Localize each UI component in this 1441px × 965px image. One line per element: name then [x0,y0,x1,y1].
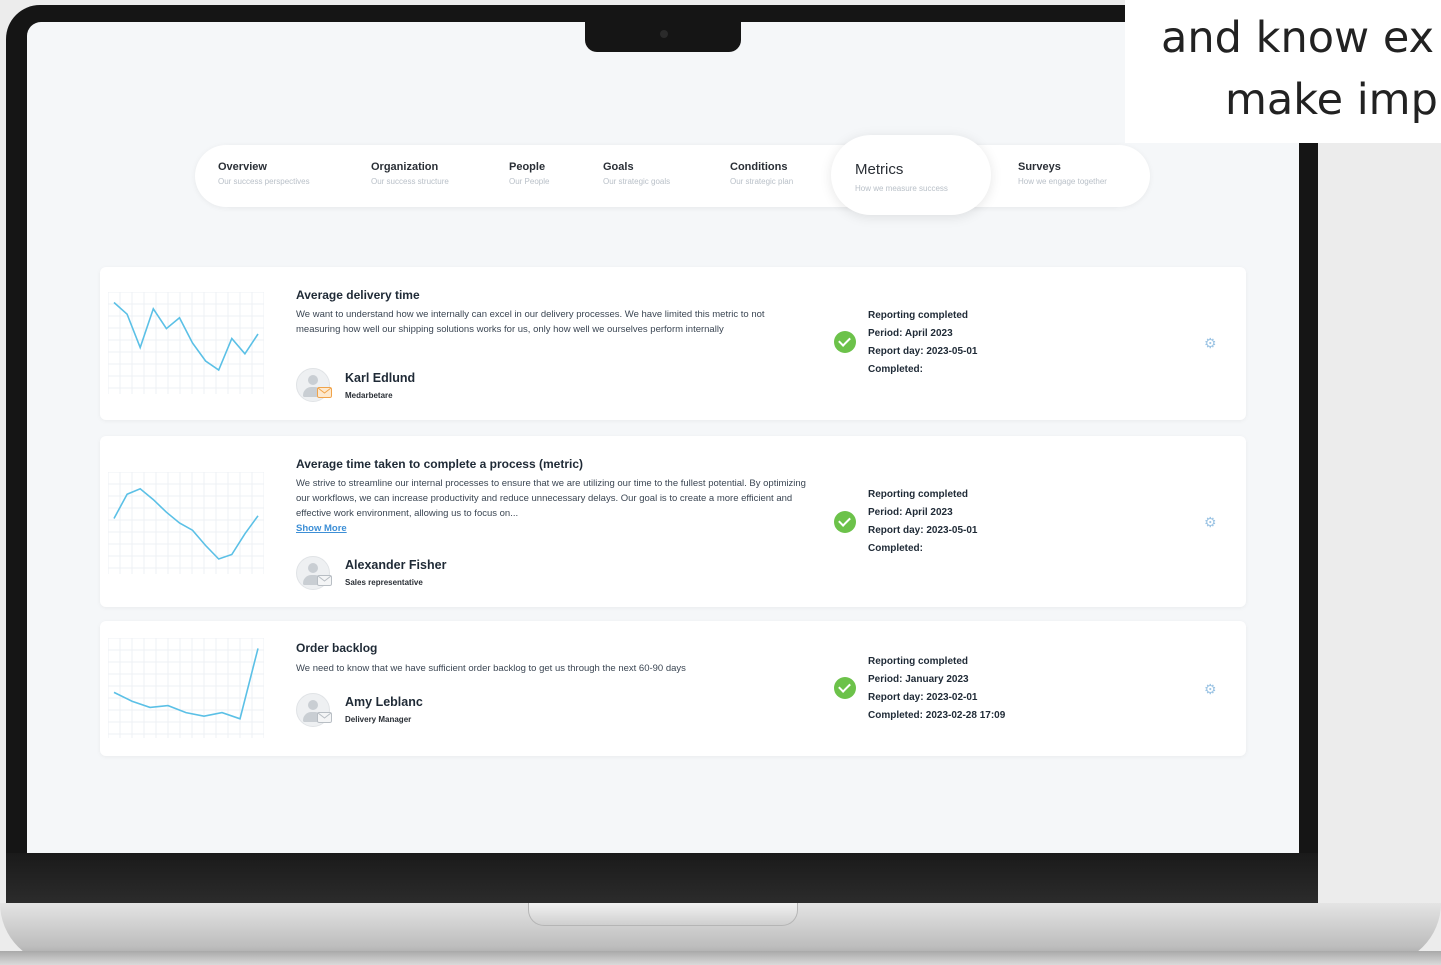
tab-subtitle: Our People [509,177,550,186]
person-role: Sales representative [345,578,423,587]
tab-subtitle: Our success perspectives [218,177,310,186]
avatar [296,693,332,727]
completed-text: Completed: [868,364,923,375]
tab-subtitle: Our strategic goals [603,177,671,186]
gear-icon[interactable]: ⚙ [1204,335,1217,352]
metric-card[interactable]: Average delivery time We want to underst… [100,267,1246,420]
trend-line [113,301,259,372]
tab-label: Metrics [855,161,904,178]
report-status: Reporting completed Period: April 2023 R… [868,486,978,558]
metric-description: We want to understand how we internally … [296,309,765,335]
laptop-base-edge [0,951,1441,965]
tab-subtitle: Our success structure [371,177,449,186]
tab-subtitle: How we engage together [1018,177,1107,186]
tab-overview[interactable]: Overview Our success perspectives [218,161,310,186]
check-icon [834,677,856,699]
person-role: Delivery Manager [345,715,412,724]
person-role: Medarbetare [345,391,393,400]
tab-subtitle: Our strategic plan [730,177,794,186]
metric-title[interactable]: Order backlog [296,641,377,655]
period-text: Period: April 2023 [868,328,953,339]
report-status: Reporting completed Period: January 2023… [868,653,1005,725]
chart-grid [108,638,264,738]
check-icon [834,331,856,353]
report-day-text: Report day: 2023-05-01 [868,525,978,536]
tab-metrics[interactable]: Metrics How we measure success [831,135,991,215]
tab-label: Goals [603,161,634,173]
status-text: Reporting completed [868,489,969,500]
metric-card[interactable]: Order backlog We need to know that we ha… [100,621,1246,756]
report-day-text: Report day: 2023-05-01 [868,346,978,357]
show-more-link[interactable]: Show More [296,523,347,534]
avatar [296,368,332,402]
status-text: Reporting completed [868,310,969,321]
person-name: Karl Edlund [345,371,416,385]
completed-text: Completed: 2023-02-28 17:09 [868,710,1006,721]
screen-bezel [6,853,1318,905]
caption-line: make imp [1225,75,1438,125]
tab-label: People [509,161,546,173]
tab-label: Overview [218,161,267,173]
metric-title[interactable]: Average time taken to complete a process… [296,457,583,471]
check-icon [834,511,856,533]
tab-label: Surveys [1018,161,1061,173]
description-text: We strive to streamline our internal pro… [296,478,806,519]
report-status: Reporting completed Period: April 2023 R… [868,307,978,379]
tab-people[interactable]: People Our People [509,161,549,186]
trend-chart [108,472,264,574]
period-text: Period: January 2023 [868,674,969,685]
overlay-caption: and know ex make imp [1125,0,1441,143]
trend-chart [108,292,264,394]
section-nav: Overview Our success perspectives Organi… [195,135,1150,215]
tab-label: Conditions [730,161,788,173]
person-name: Alexander Fisher [345,558,447,572]
completed-text: Completed: [868,543,923,554]
mail-icon [317,387,332,398]
gear-icon[interactable]: ⚙ [1204,681,1217,698]
app-screen: Overview Our success perspectives Organi… [27,22,1299,853]
period-text: Period: April 2023 [868,507,953,518]
report-day-text: Report day: 2023-02-01 [868,692,978,703]
tab-subtitle: How we measure success [855,184,948,193]
camera-icon [660,30,668,38]
tab-label: Organization [371,161,439,173]
tab-surveys[interactable]: Surveys How we engage together [1018,161,1107,186]
gear-icon[interactable]: ⚙ [1204,514,1217,531]
metric-description: We strive to streamline our internal pro… [296,476,806,536]
metric-description: We need to know that we have sufficient … [296,663,686,674]
chart-grid [108,472,264,574]
caption-line: and know ex [1161,13,1435,63]
person-name: Amy Leblanc [345,695,423,709]
trend-line [113,487,259,560]
tab-organization[interactable]: Organization Our success structure [371,161,449,186]
mail-icon [317,712,332,723]
trackpad-notch [528,903,798,926]
mail-icon [317,575,332,586]
tab-conditions[interactable]: Conditions Our strategic plan [730,161,793,186]
metric-title[interactable]: Average delivery time [296,288,420,302]
status-text: Reporting completed [868,656,969,667]
trend-chart [108,638,264,738]
metric-card[interactable]: Average time taken to complete a process… [100,436,1246,607]
chart-grid [108,292,264,394]
trend-line [113,648,259,720]
tab-goals[interactable]: Goals Our strategic goals [603,161,670,186]
avatar [296,556,332,590]
